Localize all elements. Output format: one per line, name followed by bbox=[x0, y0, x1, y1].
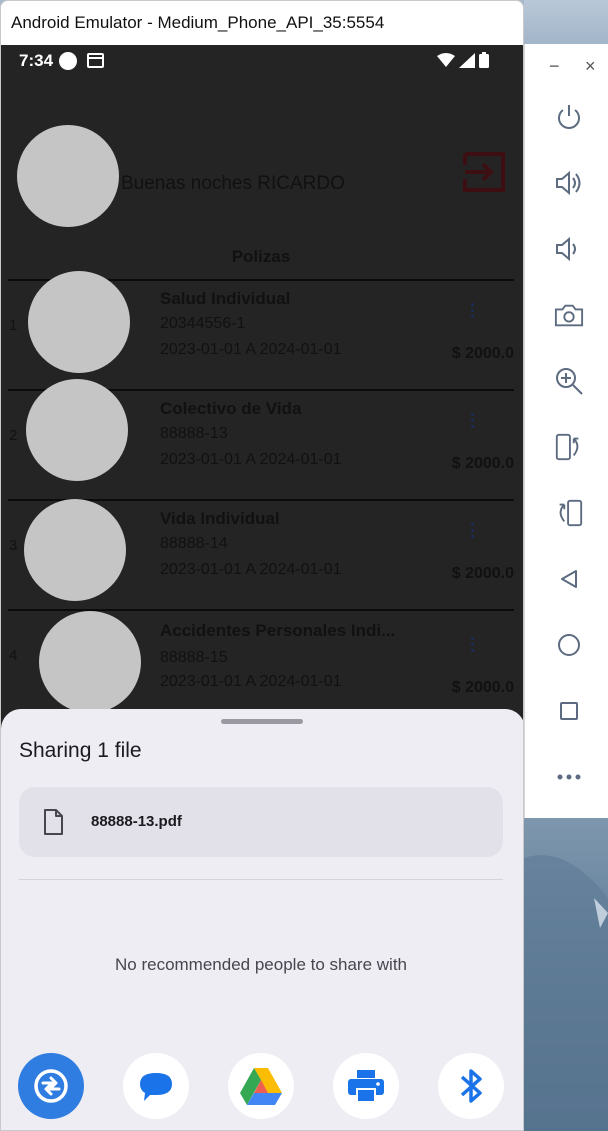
logout-icon[interactable] bbox=[461, 151, 507, 193]
print-icon bbox=[348, 1070, 384, 1103]
policy-dates: 2023-01-01 A 2024-01-01 bbox=[160, 561, 342, 578]
nearby-share-button[interactable] bbox=[18, 1053, 84, 1119]
back-icon bbox=[561, 570, 577, 588]
phone-screen: 7:34 Buenas noches RICARDO Polizas 1 Sal… bbox=[1, 45, 523, 1130]
policy-dates: 2023-01-01 A 2024-01-01 bbox=[160, 341, 342, 358]
google-drive-icon bbox=[240, 1068, 282, 1105]
policy-row[interactable]: 4 Accidentes Personales Indi... 88888-15… bbox=[8, 609, 514, 719]
home-icon bbox=[558, 634, 580, 656]
camera-icon bbox=[554, 304, 584, 327]
overview-icon bbox=[560, 702, 578, 720]
sheet-divider bbox=[19, 879, 503, 880]
signal-icon bbox=[459, 52, 475, 68]
desktop-sky bbox=[524, 0, 608, 50]
home-button[interactable] bbox=[554, 630, 584, 660]
calendar-icon bbox=[87, 53, 104, 68]
policy-dates: 2023-01-01 A 2024-01-01 bbox=[160, 451, 342, 468]
policy-index: 2 bbox=[9, 427, 18, 444]
more-vert-icon[interactable] bbox=[468, 413, 476, 433]
rotate-right-button[interactable] bbox=[554, 498, 584, 528]
volume-down-button[interactable] bbox=[554, 234, 584, 264]
policy-index: 4 bbox=[9, 647, 18, 664]
status-time: 7:34 bbox=[19, 51, 54, 70]
overview-button[interactable] bbox=[554, 696, 584, 726]
policy-amount: $ 2000.0 bbox=[451, 679, 514, 696]
greeting-text: Buenas noches RICARDO bbox=[121, 173, 345, 194]
policy-number: 88888-14 bbox=[160, 535, 228, 552]
policy-row[interactable]: 1 Salud Individual 20344556-1 2023-01-01… bbox=[8, 271, 514, 389]
close-icon[interactable]: × bbox=[585, 56, 596, 77]
section-title: Polizas bbox=[231, 247, 291, 266]
volume-up-button[interactable] bbox=[554, 168, 584, 198]
policy-thumbnail bbox=[28, 271, 130, 373]
power-button[interactable] bbox=[554, 102, 584, 132]
file-icon bbox=[44, 809, 63, 835]
policy-number: 88888-15 bbox=[160, 649, 228, 666]
policy-index: 1 bbox=[9, 317, 18, 334]
screenshot-button[interactable] bbox=[554, 300, 584, 330]
status-icons bbox=[437, 52, 489, 68]
nearby-share-icon bbox=[34, 1069, 68, 1103]
policy-name: Salud Individual bbox=[160, 289, 291, 308]
policy-row[interactable]: 2 Colectivo de Vida 88888-13 2023-01-01 … bbox=[8, 379, 514, 499]
print-button[interactable] bbox=[333, 1053, 399, 1119]
policy-name: Colectivo de Vida bbox=[160, 399, 302, 418]
share-targets-row bbox=[1, 1053, 523, 1123]
rotate-right-icon bbox=[559, 499, 583, 527]
policy-thumbnail bbox=[39, 611, 141, 713]
zoom-icon bbox=[556, 368, 583, 395]
policy-number: 20344556-1 bbox=[160, 315, 246, 332]
more-vert-icon[interactable] bbox=[468, 637, 476, 657]
bluetooth-icon bbox=[460, 1069, 482, 1103]
battery-icon bbox=[479, 52, 489, 68]
policy-thumbnail bbox=[24, 499, 126, 601]
desktop-wallpaper bbox=[524, 818, 608, 1131]
notification-dot-icon bbox=[59, 52, 77, 70]
drag-handle[interactable] bbox=[221, 719, 303, 724]
share-sheet-title: Sharing 1 file bbox=[19, 739, 142, 762]
messages-icon bbox=[140, 1073, 172, 1101]
policy-name: Accidentes Personales Indi... bbox=[160, 621, 396, 640]
policies-screen: Buenas noches RICARDO Polizas 1 Salud In… bbox=[1, 77, 523, 737]
more-button[interactable] bbox=[554, 762, 584, 792]
wifi-icon bbox=[437, 53, 455, 67]
bluetooth-button[interactable] bbox=[438, 1053, 504, 1119]
minimize-icon[interactable]: − bbox=[549, 56, 560, 77]
policy-amount: $ 2000.0 bbox=[451, 345, 514, 362]
power-icon bbox=[558, 105, 580, 129]
zoom-button[interactable] bbox=[554, 366, 584, 396]
emulator-toolbar: − × bbox=[524, 44, 608, 818]
more-vert-icon[interactable] bbox=[468, 303, 476, 323]
policy-row[interactable]: 3 Vida Individual 88888-14 2023-01-01 A … bbox=[8, 499, 514, 609]
messages-button[interactable] bbox=[123, 1053, 189, 1119]
shared-file-card[interactable]: 88888-13.pdf bbox=[19, 787, 503, 857]
back-button[interactable] bbox=[554, 564, 584, 594]
more-icon bbox=[557, 774, 581, 780]
policy-amount: $ 2000.0 bbox=[451, 455, 514, 472]
google-drive-button[interactable] bbox=[228, 1053, 294, 1119]
window-title: Android Emulator - Medium_Phone_API_35:5… bbox=[11, 13, 385, 32]
rotate-left-button[interactable] bbox=[554, 432, 584, 462]
policy-number: 88888-13 bbox=[160, 425, 228, 442]
more-vert-icon[interactable] bbox=[468, 523, 476, 543]
volume-down-icon bbox=[556, 236, 576, 262]
share-sheet: Sharing 1 file 88888-13.pdf No recommend… bbox=[1, 709, 523, 1130]
no-recommendations-text: No recommended people to share with bbox=[115, 955, 407, 974]
policy-amount: $ 2000.0 bbox=[451, 565, 514, 582]
status-bar: 7:34 bbox=[1, 45, 523, 77]
policy-index: 3 bbox=[9, 537, 18, 554]
window-titlebar[interactable]: Android Emulator - Medium_Phone_API_35:5… bbox=[1, 1, 523, 45]
file-name: 88888-13.pdf bbox=[91, 813, 182, 830]
policy-thumbnail bbox=[26, 379, 128, 481]
rotate-left-icon bbox=[555, 433, 579, 461]
policy-name: Vida Individual bbox=[160, 509, 280, 528]
volume-up-icon bbox=[556, 170, 581, 196]
policy-dates: 2023-01-01 A 2024-01-01 bbox=[160, 673, 342, 690]
emulator-window: Android Emulator - Medium_Phone_API_35:5… bbox=[0, 0, 524, 1131]
user-avatar[interactable] bbox=[17, 125, 119, 227]
